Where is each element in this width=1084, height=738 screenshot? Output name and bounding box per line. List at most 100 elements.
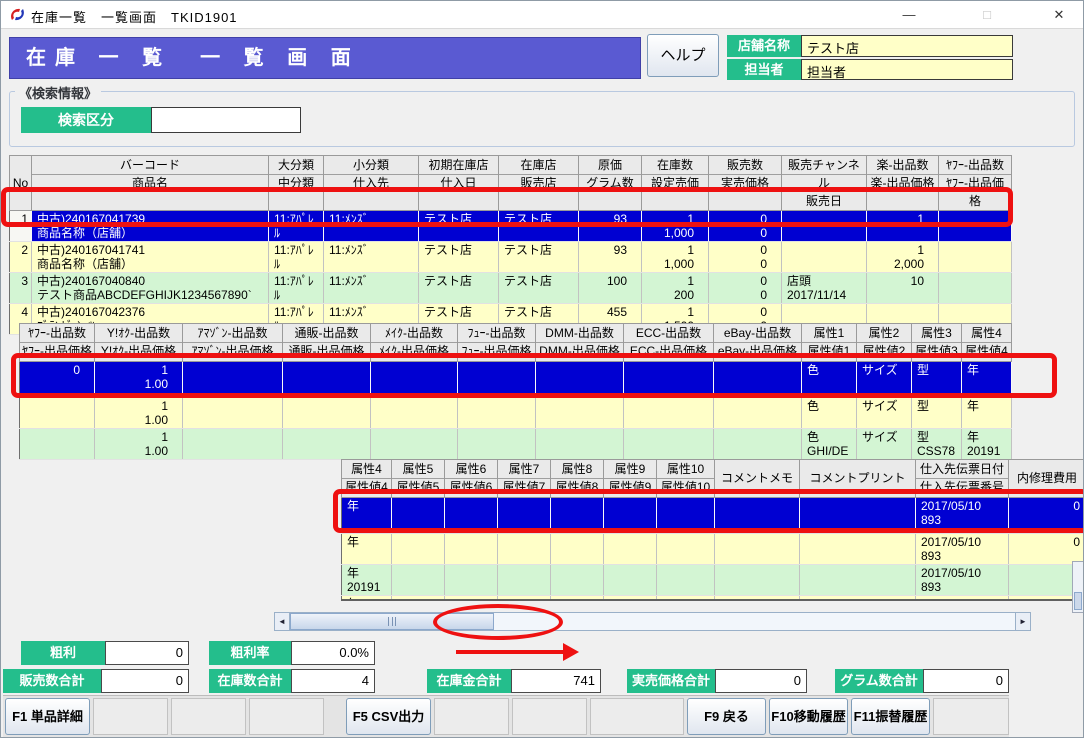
table-row[interactable]: 3中古)240167040840 テスト商品ABCDEFGHIJK1234567… xyxy=(10,273,1012,304)
f1-item-detail-button[interactable]: F1 単品詳細 xyxy=(5,698,90,735)
cell[interactable] xyxy=(183,398,283,429)
cell[interactable] xyxy=(536,362,624,398)
cell[interactable]: 年 xyxy=(342,596,392,602)
cell[interactable] xyxy=(392,565,445,596)
cell[interactable]: 色 xyxy=(802,362,857,398)
cell[interactable] xyxy=(714,429,802,460)
cell[interactable] xyxy=(800,596,916,602)
scrollbar-thumb[interactable] xyxy=(290,613,494,630)
horizontal-scrollbar[interactable]: ◄ ► xyxy=(274,612,1031,631)
cell[interactable] xyxy=(604,498,657,534)
cell[interactable]: 中古)240167041739 商品名称（店舗） xyxy=(32,211,269,242)
title-bar[interactable]: 在庫一覧 一覧画面 TKID1901 — □ ✕ xyxy=(1,1,1083,29)
scroll-left-icon[interactable]: ◄ xyxy=(275,613,290,630)
cell[interactable]: テスト店 xyxy=(499,211,579,242)
f9-back-button[interactable]: F9 戻る xyxy=(687,698,766,735)
f5-csv-export-button[interactable]: F5 CSV出力 xyxy=(346,698,431,735)
cell[interactable]: サイズ xyxy=(857,429,912,460)
cell[interactable] xyxy=(800,565,916,596)
cell[interactable]: 11:ｱﾊﾟﾚﾙ xyxy=(269,273,324,304)
cell[interactable]: 1 1.00 xyxy=(95,429,183,460)
cell[interactable]: 年 xyxy=(962,362,1012,398)
help-button[interactable]: ヘルプ xyxy=(647,34,719,77)
cell[interactable]: 11:ﾒﾝｽﾞ xyxy=(324,211,419,242)
cell[interactable] xyxy=(458,362,536,398)
cell[interactable] xyxy=(536,398,624,429)
staff-field[interactable]: 担当者 xyxy=(801,59,1013,80)
cell[interactable] xyxy=(604,565,657,596)
cell[interactable] xyxy=(20,429,95,460)
cell[interactable]: 0 xyxy=(1009,498,1084,534)
minimize-button[interactable]: — xyxy=(889,1,929,29)
cell[interactable] xyxy=(392,498,445,534)
cell[interactable] xyxy=(536,429,624,460)
table-row-selected[interactable]: 01 1.00色サイズ型年 xyxy=(20,362,1012,398)
cell[interactable]: 0 0 xyxy=(709,273,782,304)
cell[interactable]: 1 2,000 xyxy=(867,242,939,273)
cell[interactable] xyxy=(657,565,715,596)
table-row-selected[interactable]: 1中古)240167041739 商品名称（店舗）11:ｱﾊﾟﾚﾙ11:ﾒﾝｽﾞ… xyxy=(10,211,1012,242)
cell[interactable]: 1 xyxy=(867,211,939,242)
cell[interactable]: 0 xyxy=(20,362,95,398)
cell[interactable] xyxy=(498,498,551,534)
store-name-field[interactable]: テスト店 xyxy=(801,35,1013,57)
vertical-scrollbar[interactable] xyxy=(1072,561,1084,613)
cell[interactable] xyxy=(715,498,800,534)
cell[interactable]: 0 0 xyxy=(709,242,782,273)
cell[interactable]: 93 xyxy=(579,211,642,242)
cell[interactable] xyxy=(782,242,867,273)
cell[interactable]: テスト店 xyxy=(499,242,579,273)
cell[interactable]: 2017/05/10 893 xyxy=(916,565,1009,596)
cell[interactable] xyxy=(657,498,715,534)
vertical-scrollbar-thumb[interactable] xyxy=(1074,592,1082,610)
cell[interactable]: 年 2019123 xyxy=(962,429,1012,460)
cell[interactable] xyxy=(371,398,458,429)
cell[interactable]: 型 CSS789 xyxy=(912,429,962,460)
cell[interactable] xyxy=(445,596,498,602)
cell[interactable]: 1 xyxy=(10,211,32,242)
cell[interactable] xyxy=(551,534,604,565)
cell[interactable] xyxy=(445,498,498,534)
cell[interactable] xyxy=(183,362,283,398)
table-row[interactable]: 1 1.00色サイズ型年 xyxy=(20,398,1012,429)
cell[interactable]: サイズ xyxy=(857,362,912,398)
cell[interactable] xyxy=(283,429,371,460)
cell[interactable]: 店頭 2017/11/14 xyxy=(782,273,867,304)
cell[interactable] xyxy=(445,534,498,565)
cell[interactable]: 1 1.00 xyxy=(95,398,183,429)
cell[interactable] xyxy=(714,398,802,429)
cell[interactable] xyxy=(371,362,458,398)
cell[interactable] xyxy=(551,498,604,534)
cell[interactable] xyxy=(939,273,1012,304)
cell[interactable]: 0 0 xyxy=(709,211,782,242)
cell[interactable]: テスト店 xyxy=(499,273,579,304)
cell[interactable] xyxy=(715,565,800,596)
cell[interactable]: 型 xyxy=(912,398,962,429)
cell[interactable] xyxy=(498,596,551,602)
cell[interactable] xyxy=(604,596,657,602)
cell[interactable]: 100 xyxy=(579,273,642,304)
cell[interactable] xyxy=(458,398,536,429)
cell[interactable]: 1 1,000 xyxy=(642,242,709,273)
cell[interactable] xyxy=(657,596,715,602)
cell[interactable] xyxy=(458,429,536,460)
table-row[interactable]: 年 20191232017/05/10 8930 xyxy=(342,565,1084,596)
cell[interactable] xyxy=(624,429,714,460)
cell[interactable]: 中古)240167041741 商品名称（店舗） xyxy=(32,242,269,273)
table-row[interactable]: 1 1.00色 GHI/DEFサイズ型 CSS789年 2019123 xyxy=(20,429,1012,460)
close-button[interactable]: ✕ xyxy=(1039,1,1079,29)
table-row[interactable]: 年 xyxy=(342,596,1084,602)
cell[interactable] xyxy=(624,398,714,429)
cell[interactable] xyxy=(392,596,445,602)
cell[interactable]: テスト店 xyxy=(419,273,499,304)
cell[interactable] xyxy=(604,534,657,565)
cell[interactable] xyxy=(183,429,283,460)
f11-transfer-history-button[interactable]: F11振替履歴 xyxy=(851,698,930,735)
cell[interactable] xyxy=(782,211,867,242)
scroll-right-icon[interactable]: ► xyxy=(1015,613,1030,630)
cell[interactable]: 中古)240167040840 テスト商品ABCDEFGHIJK12345678… xyxy=(32,273,269,304)
cell[interactable] xyxy=(800,498,916,534)
cell[interactable] xyxy=(624,362,714,398)
cell[interactable] xyxy=(392,534,445,565)
cell[interactable]: 年 2019123 xyxy=(342,565,392,596)
